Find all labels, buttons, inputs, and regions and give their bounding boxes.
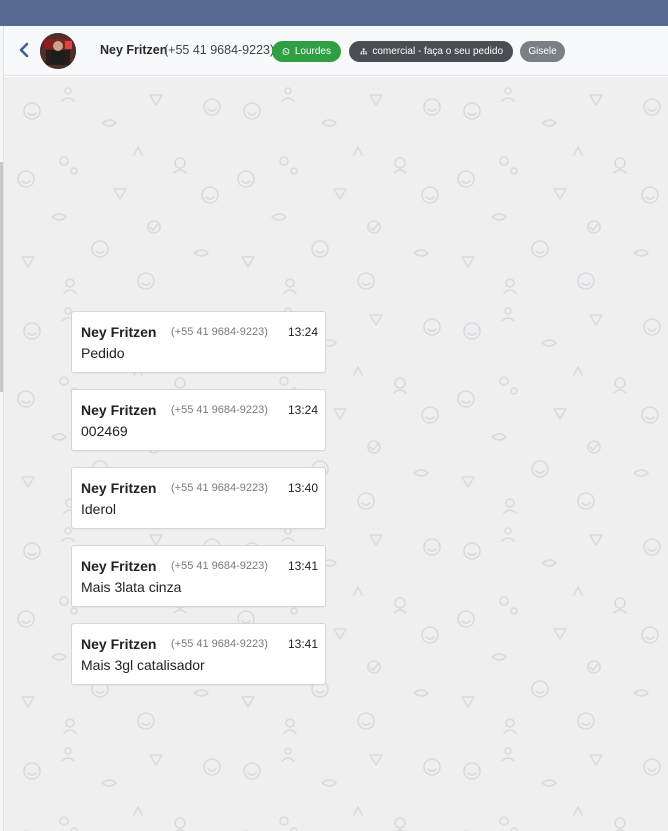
message-text: Iderol [81,501,117,517]
tag-label: Gisele [528,46,557,57]
message-sender: Ney Fritzen [81,558,157,574]
message-sender: Ney Fritzen [81,402,157,418]
message-text: 002469 [81,423,128,439]
message-sender: Ney Fritzen [81,636,157,652]
message-bubble[interactable]: Ney Fritzen (+55 41 9684-9223) 13:24 Ped… [71,311,326,373]
tag-lourdes[interactable]: Lourdes [272,41,341,62]
message-sender-phone: (+55 41 9684-9223) [171,560,268,572]
message-bubble[interactable]: Ney Fritzen (+55 41 9684-9223) 13:41 Mai… [71,545,326,607]
message-bubble[interactable]: Ney Fritzen (+55 41 9684-9223) 13:24 002… [71,389,326,451]
app-top-bar [0,0,668,26]
message-text: Mais 3gl catalisador [81,657,205,673]
back-button[interactable] [16,41,32,59]
tag-label: comercial - faça o seu pedido [372,46,503,57]
chat-background-pattern [4,77,668,831]
chat-header: Ney Fritzen (+55 41 9684-9223) Lourdes c… [4,26,668,76]
message-bubble[interactable]: Ney Fritzen (+55 41 9684-9223) 13:41 Mai… [71,623,326,685]
message-time: 13:24 [288,325,319,339]
message-sender-phone: (+55 41 9684-9223) [171,638,268,650]
message-text: Pedido [81,345,125,361]
chat-area[interactable]: Ney Fritzen (+55 41 9684-9223) 13:24 Ped… [4,77,668,831]
chevron-left-icon [19,42,29,58]
message-text: Mais 3lata cinza [81,579,182,595]
left-panel-scrollbar[interactable] [0,162,3,392]
tag-label: Lourdes [294,46,331,57]
message-sender-phone: (+55 41 9684-9223) [171,404,268,416]
contact-phone: (+55 41 9684-9223) [164,43,275,57]
message-time: 13:41 [288,559,319,573]
contact-name: Ney Fritzen [100,43,168,57]
message-bubble[interactable]: Ney Fritzen (+55 41 9684-9223) 13:40 Ide… [71,467,326,529]
whatsapp-icon [282,48,290,55]
message-time: 13:24 [288,403,319,417]
tag-gisele[interactable]: Gisele [520,41,565,62]
message-time: 13:40 [288,481,319,495]
message-sender-phone: (+55 41 9684-9223) [171,482,268,494]
contact-avatar[interactable] [40,33,76,69]
message-sender: Ney Fritzen [81,480,157,496]
message-sender: Ney Fritzen [81,324,157,340]
sitemap-icon [360,48,367,55]
message-time: 13:41 [288,637,319,651]
tag-comercial[interactable]: comercial - faça o seu pedido [349,41,513,62]
message-sender-phone: (+55 41 9684-9223) [171,326,268,338]
